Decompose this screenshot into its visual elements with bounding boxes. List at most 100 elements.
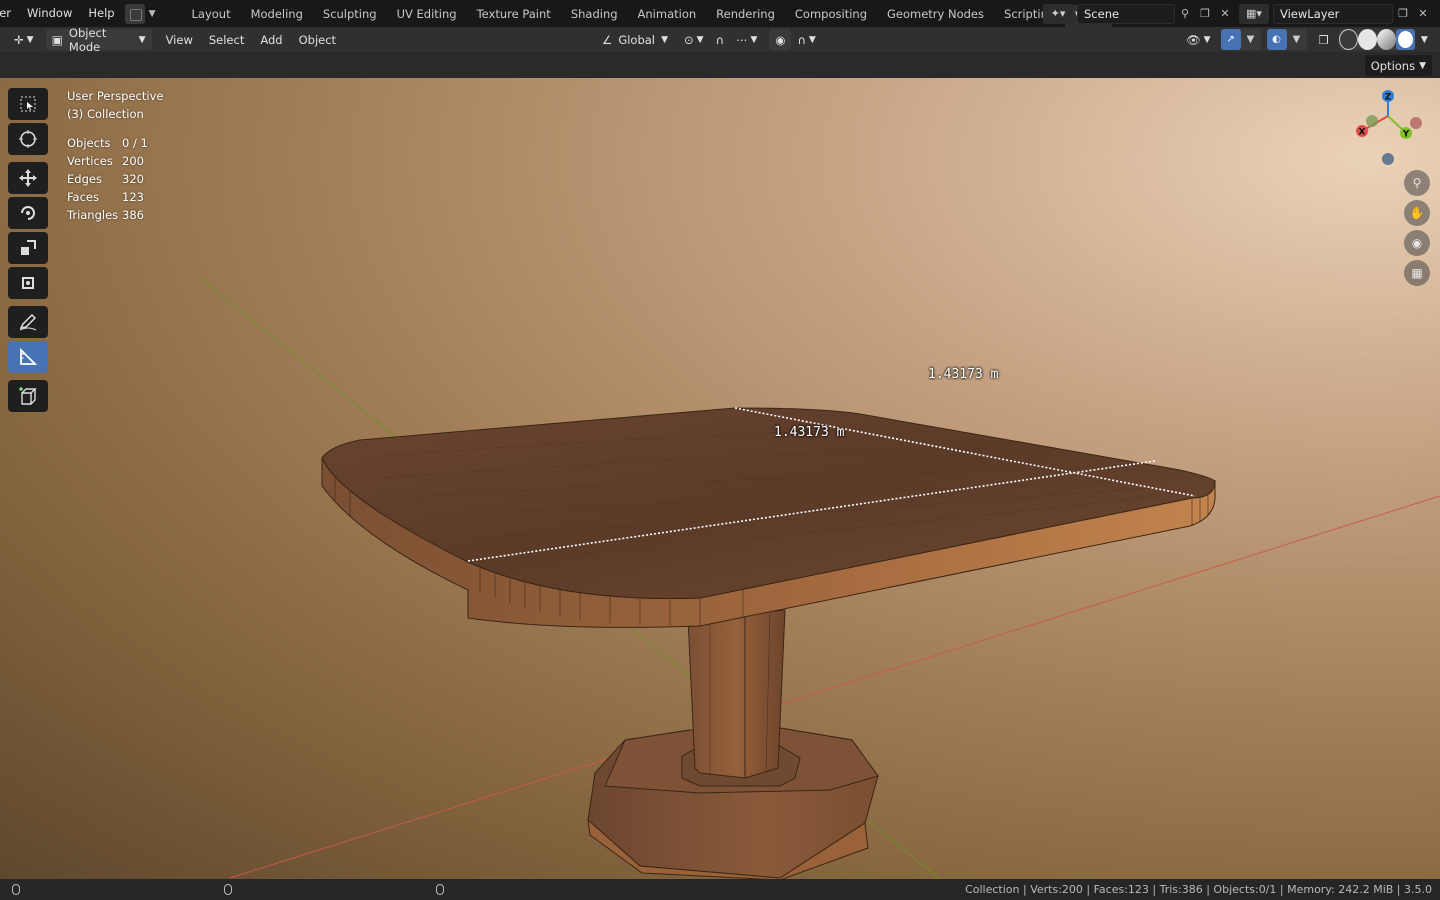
tab-geometry-nodes[interactable]: Geometry Nodes — [877, 3, 994, 25]
menu-add[interactable]: Add — [252, 33, 290, 47]
visibility-dropdown[interactable]: 👁 ▼ — [1180, 29, 1217, 50]
chevron-down-icon: ▼ — [138, 34, 146, 45]
tab-sculpting[interactable]: Sculpting — [313, 3, 387, 25]
viewlayer-icon[interactable]: ▦▾ — [1239, 3, 1269, 24]
tab-compositing[interactable]: Compositing — [785, 3, 877, 25]
editor-type-button[interactable]: ✛ ▼ — [8, 29, 40, 50]
tab-layout[interactable]: Layout — [181, 3, 240, 25]
scene-icon[interactable]: ✦▾ — [1043, 3, 1073, 24]
top-bar: ler Window Help ▼ Layout Modeling Sculpt… — [0, 0, 1440, 27]
chevron-down-icon: ▼ — [661, 34, 668, 45]
mode-dropdown[interactable]: ▣ Object Mode ▼ — [45, 26, 152, 54]
menu-window[interactable]: Window — [19, 0, 80, 27]
3d-viewport[interactable]: 1.43173 m 1.43173 m — [0, 78, 1440, 879]
chevron-down-icon: ▼ — [696, 34, 704, 45]
object-mode-icon: ▣ — [51, 32, 63, 47]
measure-tool[interactable] — [8, 341, 48, 373]
zoom-icon: ⚲ — [1412, 176, 1422, 190]
tab-texture-paint[interactable]: Texture Paint — [467, 3, 561, 25]
falloff-dropdown[interactable]: ∩ ▼ — [791, 29, 821, 50]
remove-viewlayer-icon[interactable]: ✕ — [1413, 4, 1433, 24]
stat-row-edges: Edges 320 — [67, 172, 144, 186]
orientation-dropdown[interactable]: ∠ Global ▼ — [596, 29, 674, 50]
perspective-toggle-button[interactable]: ▦ — [1404, 260, 1430, 286]
table-leg — [687, 609, 786, 779]
viewlayer-name-field[interactable]: ViewLayer — [1273, 3, 1393, 24]
menu-object[interactable]: Object — [291, 33, 344, 47]
scene-name-field[interactable]: Scene — [1077, 3, 1175, 24]
viewport-header: ✛ ▼ ▣ Object Mode ▼ View Select Add Objec… — [0, 26, 1440, 54]
xray-toggle[interactable]: ❐ — [1313, 29, 1335, 50]
tab-animation[interactable]: Animation — [628, 3, 707, 25]
chevron-down-icon: ▼ — [1203, 34, 1211, 45]
select-box-tool[interactable] — [8, 88, 48, 120]
new-scene-icon[interactable]: ❐ — [1195, 4, 1215, 24]
mouse-middle-icon — [224, 884, 232, 895]
gizmo-toggle-group: ↗ ▼ — [1220, 29, 1261, 50]
annotate-tool[interactable] — [8, 306, 48, 338]
cursor-tool[interactable] — [8, 123, 48, 155]
editor-type-icon[interactable] — [124, 3, 145, 24]
tab-uv-editing[interactable]: UV Editing — [387, 3, 467, 25]
magnet-icon: ∩ — [715, 32, 724, 47]
viewport-editor-icon: ✛ — [14, 32, 24, 47]
menu-view[interactable]: View — [158, 33, 201, 47]
rotate-tool[interactable] — [8, 197, 48, 229]
viewport-info-overlay: User Perspective (3) Collection Objects 0… — [67, 87, 163, 224]
snap-dropdown[interactable]: ⋯ ▼ — [730, 29, 763, 50]
transform-tool[interactable] — [8, 267, 48, 299]
shading-modes — [1338, 29, 1415, 50]
chevron-down-icon[interactable]: ▼ — [1241, 29, 1261, 50]
options-label: Options — [1370, 58, 1416, 73]
chevron-down-icon: ▼ — [1420, 34, 1428, 45]
snap-increment-icon: ⋯ — [735, 32, 748, 47]
chevron-down-icon[interactable]: ▼ — [1287, 29, 1307, 50]
mouse-left-icon — [12, 884, 20, 895]
chevron-down-icon: ▼ — [750, 34, 758, 45]
wireframe-shading-icon[interactable] — [1338, 29, 1358, 50]
menu-file-partial[interactable]: ler — [0, 0, 19, 27]
close-icon[interactable]: ✕ — [1215, 4, 1235, 24]
stat-row-triangles: Triangles 386 — [67, 208, 144, 222]
ruler-icon — [20, 347, 38, 365]
snap-toggle[interactable]: ∩ — [710, 29, 730, 50]
eye-icon: 👁 — [1186, 32, 1201, 47]
move-tool[interactable] — [8, 162, 48, 194]
gizmo-z-label: Z — [1385, 93, 1392, 103]
rendered-shading-icon[interactable] — [1395, 29, 1415, 50]
overlay-icon[interactable]: ◐ — [1266, 29, 1287, 50]
overlay-toggle-group: ◐ ▼ — [1266, 29, 1307, 50]
scale-tool[interactable] — [8, 232, 48, 264]
stat-row-vertices: Vertices 200 — [67, 154, 144, 168]
hand-icon: ✋ — [1409, 206, 1425, 220]
scene-statistics: Objects 0 / 1 Vertices 200 Edges 320 Faces 1… — [67, 134, 163, 224]
solid-shading-icon[interactable] — [1357, 29, 1377, 50]
status-info: Collection | Verts:200 | Faces:123 | Tri… — [965, 883, 1432, 896]
chevron-down-icon: ▼ — [1419, 60, 1426, 71]
transform-icon — [22, 277, 34, 289]
menu-select[interactable]: Select — [201, 33, 252, 47]
shading-dropdown[interactable]: ▼ — [1415, 29, 1434, 50]
chevron-down-icon[interactable]: ▼ — [145, 9, 162, 19]
zoom-button[interactable]: ⚲ — [1404, 170, 1430, 196]
add-cube-icon — [19, 387, 37, 405]
transform-group: ∠ Global ▼ ⊙ ▼ ∩ ⋯ ▼ ◉ ∩ ▼ — [596, 29, 822, 50]
options-dropdown[interactable]: Options ▼ — [1364, 55, 1432, 76]
pivot-dropdown[interactable]: ⊙ ▼ — [678, 29, 710, 50]
new-viewlayer-icon[interactable]: ❐ — [1393, 4, 1413, 24]
pin-icon[interactable]: ⚲ — [1175, 4, 1195, 24]
gizmo-icon[interactable]: ↗ — [1220, 29, 1241, 50]
proportional-edit-toggle[interactable]: ◉ — [769, 29, 792, 50]
pan-button[interactable]: ✋ — [1404, 200, 1430, 226]
tab-rendering[interactable]: Rendering — [706, 3, 785, 25]
scene-selector: ✦▾ Scene ⚲ ❐ ✕ ▦▾ ViewLayer ❐ ✕ — [1043, 3, 1433, 24]
chevron-down-icon: ▼ — [808, 34, 816, 45]
cursor-icon — [19, 130, 37, 148]
add-cube-tool[interactable] — [8, 380, 48, 412]
menu-help[interactable]: Help — [80, 0, 122, 27]
camera-view-button[interactable]: ◉ — [1404, 230, 1430, 256]
tab-modeling[interactable]: Modeling — [241, 3, 313, 25]
navigation-gizmo[interactable]: Z Y X — [1350, 86, 1430, 166]
material-shading-icon[interactable] — [1376, 29, 1396, 50]
tab-shading[interactable]: Shading — [561, 3, 628, 25]
